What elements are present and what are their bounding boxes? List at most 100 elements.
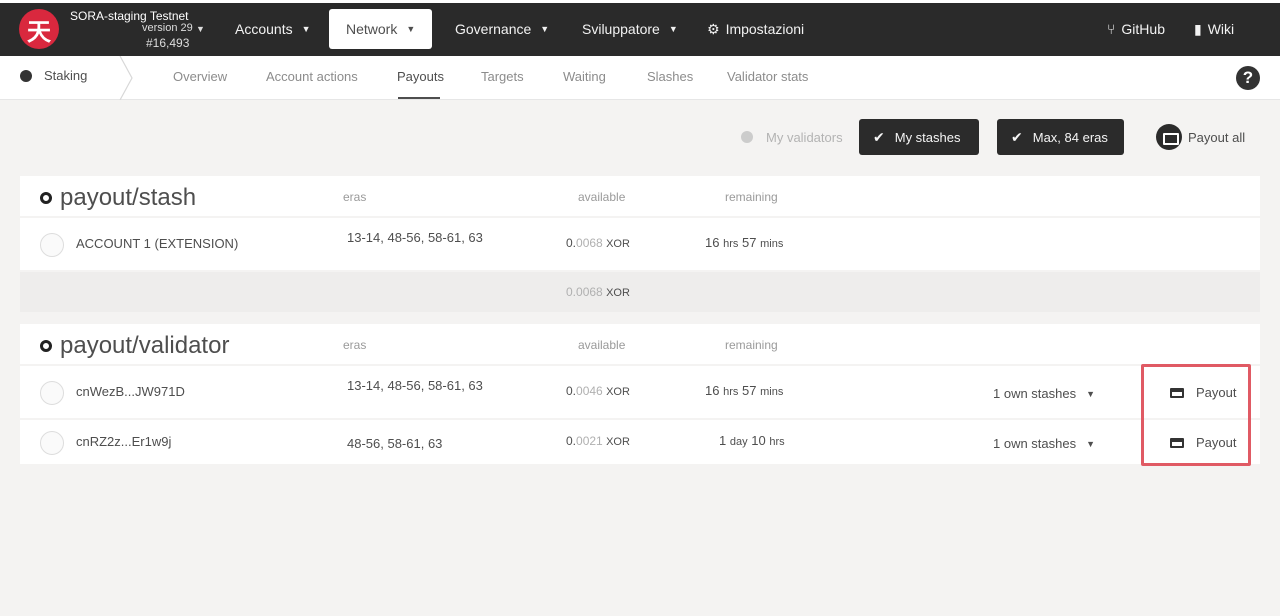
wiki-link[interactable]: ▮ Wiki: [1177, 9, 1251, 49]
table-row: ACCOUNT 1 (EXTENSION) 13-14, 48-56, 58-6…: [20, 218, 1260, 272]
available-amount: 0.0068 XOR: [566, 236, 630, 250]
menu-developer[interactable]: Sviluppatore ▼: [565, 9, 695, 49]
section-title: Staking: [44, 68, 88, 83]
tab-account-actions[interactable]: Account actions: [266, 69, 358, 84]
sub-navigation: Staking Overview Account actions Payouts…: [0, 56, 1280, 100]
validator-address[interactable]: cnRZ2z...Er1w9j: [76, 434, 171, 449]
amount-unit: XOR: [606, 436, 630, 448]
check-icon: ✔: [1011, 128, 1023, 145]
payout-all-label: Payout all: [1188, 129, 1246, 145]
credit-card-icon: [1170, 437, 1184, 448]
menu-network[interactable]: Network ▼: [329, 9, 432, 49]
tab-validator-stats[interactable]: Validator stats: [727, 69, 808, 84]
chevron-down-icon: ▼: [1086, 388, 1096, 399]
table-header: payout/stash eras available remaining: [20, 176, 1260, 218]
own-stashes-label: 1 own stashes: [993, 386, 1077, 401]
book-icon: ▮: [1194, 20, 1202, 37]
wiki-label: Wiki: [1207, 21, 1235, 37]
tab-waiting[interactable]: Waiting: [563, 69, 606, 84]
chain-name[interactable]: SORA-staging Testnet: [70, 9, 189, 23]
amount-int: 0.: [566, 236, 577, 250]
remaining-time: 1 day 10 hrs: [719, 433, 785, 448]
payout-button[interactable]: Payout: [1170, 435, 1236, 450]
my-stashes-label: My stashes: [894, 129, 961, 145]
payout-label: Payout: [1196, 435, 1237, 450]
total-row: 0.0068 XOR: [20, 272, 1260, 312]
table-title-text: payout/validator: [60, 332, 230, 359]
top-bar: 天 SORA-staging Testnet version 29 ▼ #16,…: [0, 0, 1280, 56]
chevron-down-icon: ▼: [540, 24, 550, 34]
staking-icon: [20, 69, 32, 82]
menu-label: Sviluppatore: [582, 21, 660, 37]
col-remaining: remaining: [725, 190, 778, 204]
eras-value: 13-14, 48-56, 58-61, 63: [347, 378, 483, 393]
menu-label: Governance: [455, 21, 532, 37]
bullet-icon: [40, 340, 52, 352]
tab-overview[interactable]: Overview: [173, 69, 227, 84]
table-header: payout/validator eras available remainin…: [20, 324, 1260, 366]
chain-dropdown-icon[interactable]: ▼: [196, 24, 205, 34]
credit-card-icon: [1170, 387, 1184, 398]
own-stashes-label: 1 own stashes: [993, 436, 1077, 451]
chevron-down-icon: ▼: [406, 24, 416, 34]
account-identicon-icon[interactable]: [40, 381, 64, 405]
active-tab-indicator: [398, 97, 440, 99]
eras-value: 13-14, 48-56, 58-61, 63: [347, 230, 483, 245]
rem-b: 57: [742, 383, 757, 398]
col-remaining: remaining: [725, 338, 778, 352]
account-name[interactable]: ACCOUNT 1 (EXTENSION): [76, 236, 238, 251]
credit-card-icon: [1156, 124, 1182, 150]
my-validators-toggle[interactable]: [741, 131, 753, 143]
table-title: payout/validator: [40, 332, 229, 360]
rem-b-unit: hrs: [769, 436, 785, 448]
total-amount: 0.0068 XOR: [566, 285, 630, 299]
menu-governance[interactable]: Governance ▼: [438, 9, 566, 49]
menu-label: Accounts: [235, 21, 293, 37]
max-eras-button[interactable]: ✔ Max, 84 eras: [997, 119, 1124, 155]
own-stashes-dropdown[interactable]: 1 own stashes ▼: [993, 436, 1095, 451]
table-title-text: payout/stash: [60, 184, 197, 211]
rem-b-unit: mins: [760, 238, 784, 250]
amount-frac: 0068: [576, 236, 603, 250]
tab-payouts[interactable]: Payouts: [397, 69, 444, 84]
available-amount: 0.0021 XOR: [566, 434, 630, 448]
account-identicon-icon[interactable]: [40, 431, 64, 455]
check-icon: ✔: [873, 128, 885, 145]
github-link[interactable]: ⑂ GitHub: [1090, 9, 1182, 49]
rem-b-unit: mins: [760, 386, 784, 398]
tab-slashes[interactable]: Slashes: [647, 69, 693, 84]
help-icon[interactable]: ?: [1236, 66, 1260, 90]
menu-settings[interactable]: ⚙ Impostazioni: [690, 9, 821, 49]
my-stashes-button[interactable]: ✔ My stashes: [859, 119, 979, 155]
available-amount: 0.0046 XOR: [566, 384, 630, 398]
account-identicon-icon[interactable]: [40, 233, 64, 257]
amount-unit: XOR: [606, 238, 630, 250]
my-validators-label[interactable]: My validators: [766, 130, 843, 145]
bullet-icon: [40, 192, 52, 204]
payout-all-button[interactable]: Payout all: [1156, 124, 1245, 150]
amount-frac: 0021: [576, 434, 603, 448]
own-stashes-dropdown[interactable]: 1 own stashes ▼: [993, 386, 1095, 401]
rem-a: 1: [719, 433, 727, 448]
payout-button[interactable]: Payout: [1170, 385, 1236, 400]
chain-logo-icon[interactable]: 天: [19, 9, 59, 49]
total-frac: 0068: [576, 285, 603, 299]
total-unit: XOR: [606, 287, 630, 299]
rem-b: 10: [751, 433, 766, 448]
gears-icon: ⚙: [707, 20, 720, 37]
menu-label: Impostazioni: [725, 21, 805, 37]
menu-accounts[interactable]: Accounts ▼: [218, 9, 328, 49]
tab-targets[interactable]: Targets: [481, 69, 524, 84]
rem-a: 16: [705, 383, 720, 398]
amount-int: 0.: [566, 434, 577, 448]
validator-address[interactable]: cnWezB...JW971D: [76, 384, 185, 399]
staking-section: Staking: [20, 68, 87, 83]
validator-table: payout/validator eras available remainin…: [20, 324, 1260, 466]
amount-unit: XOR: [606, 386, 630, 398]
eras-value: 48-56, 58-61, 63: [347, 436, 443, 451]
amount-frac: 0046: [576, 384, 603, 398]
github-label: GitHub: [1121, 21, 1165, 37]
chevron-down-icon: ▼: [301, 24, 311, 34]
col-eras: eras: [343, 190, 367, 204]
rem-a-unit: hrs: [723, 238, 739, 250]
